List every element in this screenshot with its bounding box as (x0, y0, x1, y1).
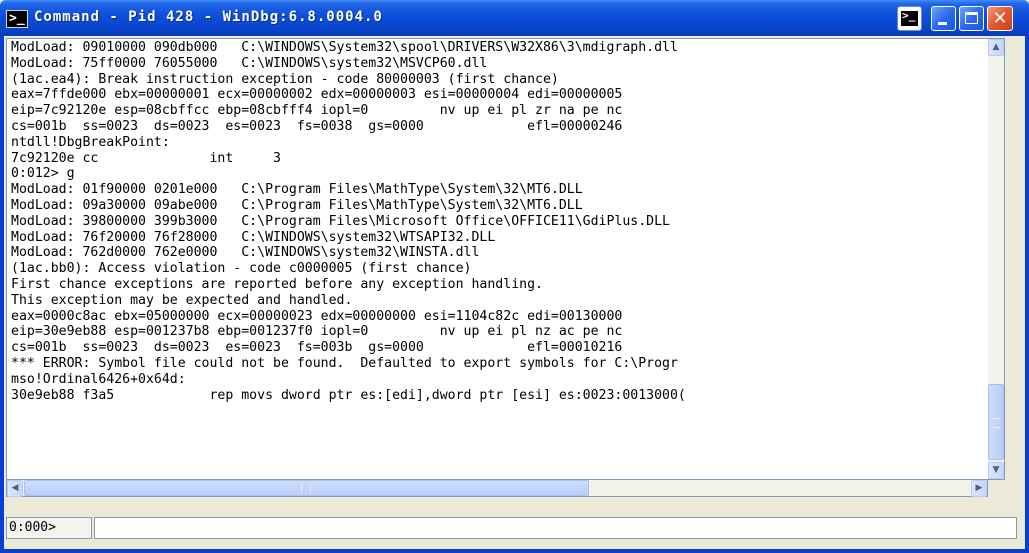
output-line: ntdll!DbgBreakPoint: (11, 134, 170, 150)
command-input[interactable] (94, 517, 1017, 539)
close-button[interactable]: ✕ (987, 6, 1013, 31)
output-line: First chance exceptions are reported bef… (11, 276, 543, 292)
scroll-left-button[interactable]: ◀ (7, 480, 23, 497)
output-line: eip=7c92120e esp=08cbffcc ebp=08cbfff4 i… (11, 103, 623, 119)
output-line: ModLoad: 01f90000 0201e000 C:\Program Fi… (11, 182, 583, 198)
command-window-icon-button[interactable]: >_ (897, 6, 922, 31)
vertical-scrollbar[interactable]: ▲ ▼ (988, 38, 1005, 480)
output-line: (1ac.bb0): Access violation - code c0000… (11, 261, 472, 277)
maximize-icon (965, 12, 978, 24)
command-window-client: ModLoad: 09010000 090db000 C:\WINDOWS\Sy… (4, 36, 1025, 549)
scroll-right-button[interactable]: ▶ (971, 480, 987, 497)
output-line: cs=001b ss=0023 ds=0023 es=0023 fs=0038 … (11, 118, 623, 134)
grip-icon (993, 418, 1000, 428)
minimize-icon (938, 22, 947, 25)
scroll-down-button[interactable]: ▼ (988, 462, 1004, 479)
command-row: 0:000> (6, 517, 1017, 539)
close-icon: ✕ (992, 8, 1008, 29)
output-line: eax=7ffde000 ebx=00000001 ecx=00000002 e… (11, 87, 623, 103)
arrow-up-icon: ▲ (992, 42, 1000, 52)
scrollbar-corner (988, 480, 1005, 497)
grip-icon (301, 485, 311, 492)
vertical-scroll-thumb[interactable] (988, 384, 1004, 460)
output-line: ModLoad: 762d0000 762e0000 C:\WINDOWS\sy… (11, 245, 480, 261)
command-prompt-icon[interactable]: >_ (6, 10, 28, 28)
output-line: ModLoad: 39800000 399b3000 C:\Program Fi… (11, 213, 670, 229)
arrow-left-icon: ◀ (11, 483, 19, 493)
output-line: ModLoad: 76f20000 76f28000 C:\WINDOWS\sy… (11, 229, 496, 245)
windbg-window: >_ Command - Pid 428 - WinDbg:6.8.0004.0… (0, 0, 1029, 553)
horizontal-scrollbar[interactable]: ◀ ▶ (6, 480, 988, 497)
output-line: ModLoad: 09a30000 09abe000 C:\Program Fi… (11, 197, 583, 213)
output-line: eip=30e9eb88 esp=001237b8 ebp=001237f0 i… (11, 324, 623, 340)
output-line: *** ERROR: Symbol file could not be foun… (11, 355, 678, 371)
maximize-button[interactable] (959, 6, 984, 31)
output-line: This exception may be expected and handl… (11, 292, 353, 308)
arrow-down-icon: ▼ (992, 465, 1000, 475)
arrow-right-icon: ▶ (975, 483, 983, 493)
output-line: ModLoad: 75ff0000 76055000 C:\WINDOWS\sy… (11, 55, 488, 71)
output-line: ModLoad: 09010000 090db000 C:\WINDOWS\Sy… (11, 40, 678, 55)
output-line: (1ac.ea4): Break instruction exception -… (11, 71, 559, 87)
output-line: 30e9eb88 f3a5 rep movs dword ptr es:[edi… (11, 387, 686, 403)
horizontal-scroll-thumb[interactable] (24, 480, 589, 496)
output-line: cs=001b ss=0023 ds=0023 es=0023 fs=003b … (11, 340, 623, 356)
output-line: 7c92120e cc int 3 (11, 150, 281, 166)
output-pane[interactable]: ModLoad: 09010000 090db000 C:\WINDOWS\Sy… (6, 38, 988, 480)
output-line: mso!Ordinal6426+0x64d: (11, 371, 186, 387)
output-text[interactable]: ModLoad: 09010000 090db000 C:\WINDOWS\Sy… (7, 39, 988, 403)
command-prompt-label: 0:000> (6, 517, 92, 539)
window-title: Command - Pid 428 - WinDbg:6.8.0004.0 (34, 9, 383, 25)
minimize-button[interactable] (931, 6, 956, 31)
output-line: eax=0000c8ac ebx=05000000 ecx=00000023 e… (11, 308, 623, 324)
title-bar[interactable]: >_ Command - Pid 428 - WinDbg:6.8.0004.0… (0, 0, 1029, 36)
scroll-up-button[interactable]: ▲ (988, 39, 1004, 56)
output-line: 0:012> g (11, 166, 75, 182)
command-prompt-icon: >_ (901, 9, 918, 26)
